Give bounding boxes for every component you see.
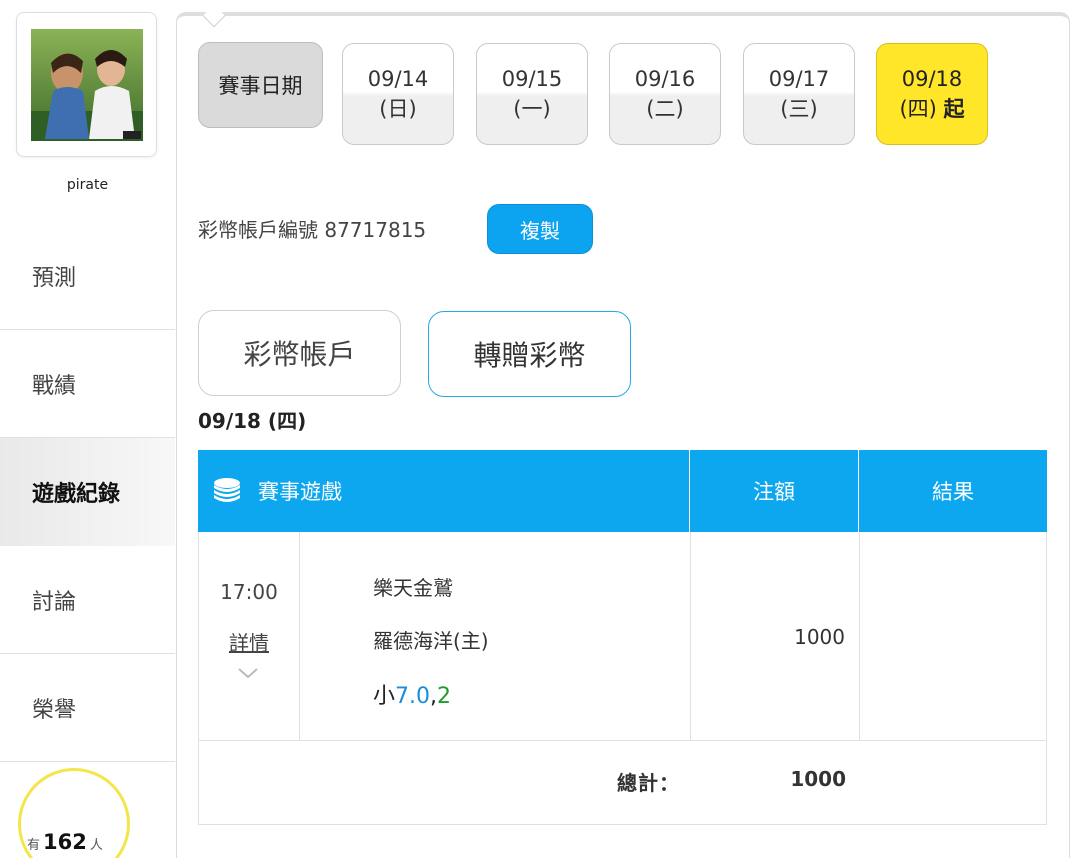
- nav-item-game-history[interactable]: 遊戲紀錄: [0, 438, 175, 546]
- bet-pick: 小7.0,2: [373, 678, 451, 710]
- date-text: 09/15: [501, 67, 563, 91]
- selected-date-heading: 09/18 (四): [198, 409, 307, 433]
- column-header-game-label: 賽事遊戲: [258, 480, 342, 504]
- nav-item-record[interactable]: 戰績: [0, 330, 175, 438]
- away-team: 樂天金鷲: [373, 576, 453, 600]
- nav-item-honor[interactable]: 榮譽: [0, 654, 175, 762]
- account-label: 彩幣帳戶編號: [198, 218, 318, 242]
- home-team: 羅德海洋(主): [373, 629, 489, 653]
- date-text: 09/16: [634, 67, 696, 91]
- weekday-value: (四): [899, 97, 937, 121]
- weekday-text: (二): [646, 97, 684, 121]
- pick-separator: ,: [430, 684, 438, 709]
- date-button-0915[interactable]: 09/15 (一): [476, 43, 588, 145]
- cell-match: 樂天金鷲 羅德海洋(主) 小7.0,2: [300, 532, 691, 740]
- weekday-text: (日): [379, 97, 417, 121]
- table-row: 17:00 詳情 樂天金鷲 羅德海洋(主) 小7.0,2 1000: [198, 532, 1047, 741]
- cell-time: 17:00 詳情: [199, 532, 300, 740]
- username: pirate: [66, 177, 109, 193]
- column-header-bet: 注額: [690, 450, 859, 532]
- avatar[interactable]: [31, 29, 143, 141]
- avatar-card[interactable]: [16, 12, 157, 157]
- online-suffix: 人: [89, 838, 103, 853]
- weekday-text: (三): [780, 97, 818, 121]
- date-button-0918-selected[interactable]: 09/18 (四) 起: [876, 43, 988, 145]
- nav-item-predict[interactable]: 預測: [0, 222, 175, 330]
- bet-amount: 1000: [794, 625, 845, 649]
- date-text: 09/18: [901, 67, 963, 91]
- date-text: 09/17: [768, 67, 830, 91]
- tab-gift-coins[interactable]: 轉贈彩幣: [428, 311, 631, 397]
- total-value: 1000: [790, 767, 846, 791]
- total-label: 總計：: [617, 771, 680, 795]
- chevron-down-icon[interactable]: [237, 666, 259, 680]
- date-button-0916[interactable]: 09/16 (二): [609, 43, 721, 145]
- online-count: 162: [43, 830, 87, 854]
- details-link[interactable]: 詳情: [199, 627, 299, 656]
- avatar-photo: [31, 29, 143, 141]
- cell-result: [860, 532, 1047, 740]
- column-header-game: 賽事遊戲: [198, 450, 690, 532]
- pick-odds: 2: [437, 684, 452, 709]
- nav-item-discuss[interactable]: 討論: [0, 546, 175, 654]
- weekday-text: (一): [513, 97, 551, 121]
- column-header-result: 結果: [932, 480, 974, 504]
- match-time: 17:00: [220, 580, 278, 604]
- cell-bet: 1000: [691, 532, 860, 740]
- copy-button[interactable]: 複製: [487, 204, 593, 254]
- date-button-0914[interactable]: 09/14 (日): [342, 43, 454, 145]
- from-suffix: 起: [943, 97, 965, 121]
- account-number-line: 彩幣帳戶編號 87717815: [198, 214, 426, 243]
- pick-label: 小: [373, 684, 396, 709]
- table-header: 賽事遊戲 注額 結果: [198, 450, 1047, 532]
- online-prefix: 有: [27, 838, 41, 853]
- weekday-text: (四) 起: [899, 94, 964, 124]
- sidebar: pirate 預測 戰績 遊戲紀錄 討論 榮譽 有 162 人: [0, 0, 175, 858]
- account-number: 87717815: [324, 218, 427, 242]
- coin-stack-icon: [214, 478, 240, 502]
- match-date-label: 賽事日期: [198, 42, 323, 128]
- date-button-0917[interactable]: 09/17 (三): [743, 43, 855, 145]
- online-count-text: 有 162 人: [27, 830, 103, 854]
- date-text: 09/14: [367, 67, 429, 91]
- pick-line: 7.0: [395, 684, 431, 709]
- tab-coin-account[interactable]: 彩幣帳戶: [198, 310, 401, 396]
- total-row: 總計： 1000: [198, 741, 1047, 825]
